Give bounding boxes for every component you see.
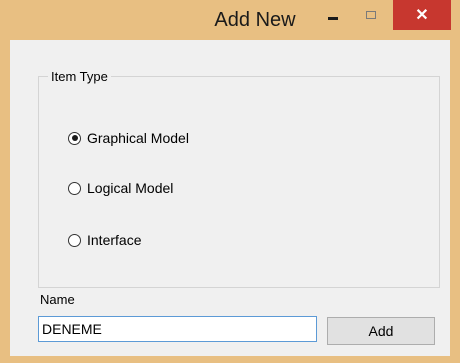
item-type-legend: Item Type — [48, 69, 111, 84]
add-new-window: Add New ✕ Item Type Graphical Model Logi… — [0, 0, 460, 363]
title-bar[interactable]: Add New ✕ — [0, 0, 460, 40]
radio-circle-checked[interactable] — [68, 131, 81, 145]
radio-circle[interactable] — [68, 181, 81, 195]
radio-logical-model[interactable]: Logical Model — [68, 178, 173, 198]
name-input[interactable] — [38, 316, 317, 342]
maximize-icon — [366, 11, 376, 19]
radio-interface[interactable]: Interface — [68, 230, 141, 250]
name-label: Name — [40, 292, 75, 307]
radio-label-graphical-model: Graphical Model — [87, 130, 189, 146]
close-button[interactable]: ✕ — [393, 0, 451, 30]
radio-selected-dot — [71, 135, 78, 141]
minimize-button[interactable] — [320, 0, 346, 30]
radio-label-logical-model: Logical Model — [87, 180, 174, 196]
maximize-button[interactable] — [358, 0, 384, 30]
dialog-body: Item Type Graphical Model Logical Model … — [10, 40, 450, 356]
radio-label-interface: Interface — [87, 232, 142, 248]
minimize-icon — [328, 16, 338, 20]
close-icon: ✕ — [415, 7, 429, 24]
add-button[interactable]: Add — [327, 317, 435, 345]
radio-circle[interactable] — [68, 233, 81, 247]
radio-graphical-model[interactable]: Graphical Model — [68, 128, 189, 148]
